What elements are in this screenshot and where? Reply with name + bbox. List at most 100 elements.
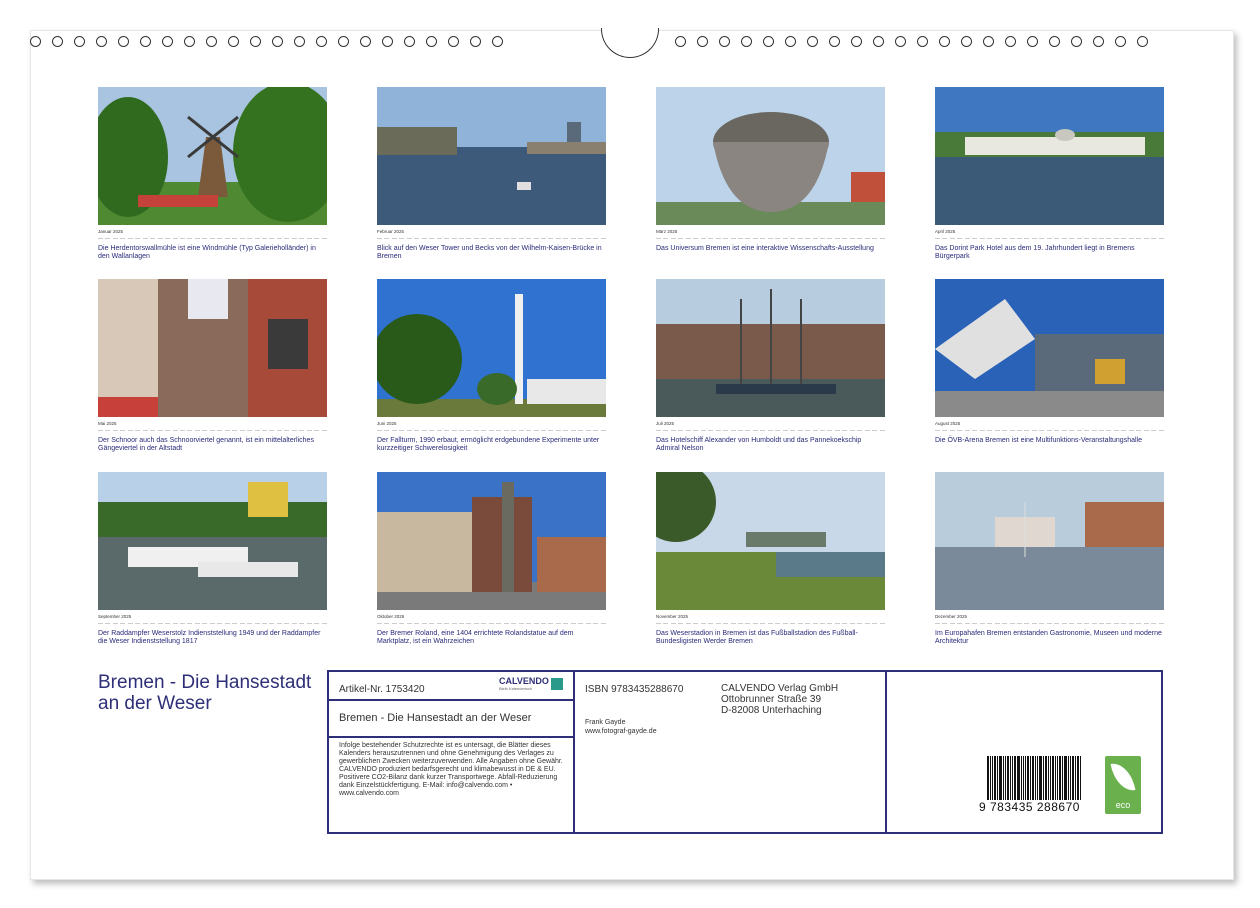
day-strip [98,235,327,239]
day-cell [444,427,450,431]
day-cell [879,620,885,624]
day-cell [209,235,215,239]
day-cell [421,427,427,431]
day-cell [1009,620,1015,624]
day-cell [819,620,825,624]
day-cell [127,427,133,431]
day-cell [105,427,111,431]
day-cell [663,235,669,239]
day-cell [685,235,691,239]
day-cell [942,427,948,431]
day-cell [429,427,435,431]
day-strip [98,427,327,431]
product-title: Bremen - Die Hansestadt an der Weser [339,712,532,724]
day-cell [202,427,208,431]
article-number: Artikel-Nr. 1753420 [339,684,425,695]
binding-hole [294,36,305,47]
day-cell [760,427,766,431]
day-cell [1069,620,1075,624]
day-cell [656,235,661,239]
day-cell [299,620,305,624]
month-jun: Juni 2025 Der Fallturm, 1990 erbaut, erm… [377,279,606,453]
day-cell [656,620,661,624]
barcode-bar [1050,756,1051,800]
day-cell [217,235,223,239]
day-cell [127,620,133,624]
binding-hole [983,36,994,47]
photo-universum [656,87,885,225]
day-cell [239,235,245,239]
day-cell [685,620,691,624]
day-cell [1091,235,1097,239]
day-cell [1061,620,1067,624]
day-cell [540,235,546,239]
day-cell [209,620,215,624]
day-cell [157,235,163,239]
photo-caption: Im Europahafen Bremen entstanden Gastron… [935,630,1162,645]
day-cell [678,427,684,431]
binding-hole [52,36,63,47]
day-cell [421,620,427,624]
day-cell [150,427,156,431]
day-cell [291,235,297,239]
day-cell [165,235,171,239]
binding-hole [470,36,481,47]
day-cell [120,427,126,431]
binding-hole [96,36,107,47]
day-cell [872,620,878,624]
day-cell [663,620,669,624]
day-cell [790,620,796,624]
binding-hole [250,36,261,47]
day-cell [1098,427,1104,431]
day-cell [120,235,126,239]
day-cell [834,235,840,239]
day-cell [1106,427,1112,431]
day-cell [306,235,312,239]
day-strip [98,620,327,624]
month-label: Oktober 2025 [377,614,405,619]
day-cell [150,620,156,624]
day-cell [1151,427,1157,431]
day-cell [518,235,524,239]
barcode-bar [1077,756,1079,800]
day-cell [1054,235,1060,239]
day-cell [276,620,282,624]
day-cell [291,620,297,624]
day-cell [232,235,238,239]
day-cell [1106,235,1112,239]
day-cell [269,427,275,431]
day-cell [306,427,312,431]
day-cell [165,620,171,624]
month-label: September 2025 [98,614,132,619]
day-cell [827,235,833,239]
binding-hole [1005,36,1016,47]
day-cell [1069,235,1075,239]
day-cell [503,427,509,431]
day-cell [949,620,955,624]
barcode-bar [990,756,991,800]
day-cell [533,427,539,431]
day-strip [377,235,606,239]
day-cell [232,620,238,624]
barcode-bar [1070,756,1071,800]
day-strip [656,427,885,431]
day-cell [429,620,435,624]
day-cell [775,620,781,624]
day-cell [797,427,803,431]
month-label: Juni 2025 [377,421,397,426]
day-cell [98,620,103,624]
day-cell [656,427,661,431]
binding-hole [873,36,884,47]
day-cell [284,620,290,624]
day-cell [593,427,599,431]
photo-caption: Das Weserstadion in Bremen ist das Fußba… [656,630,858,645]
day-cell [511,427,517,431]
day-cell [98,235,103,239]
publisher-city: D-82008 Unterhaching [721,705,822,716]
day-cell [444,235,450,239]
day-cell [112,620,118,624]
day-cell [187,235,193,239]
photo-windmill [98,87,327,225]
day-cell [548,620,554,624]
publisher-info-box: Artikel-Nr. 1753420 CALVENDO Bleib Kalend… [327,670,1163,834]
